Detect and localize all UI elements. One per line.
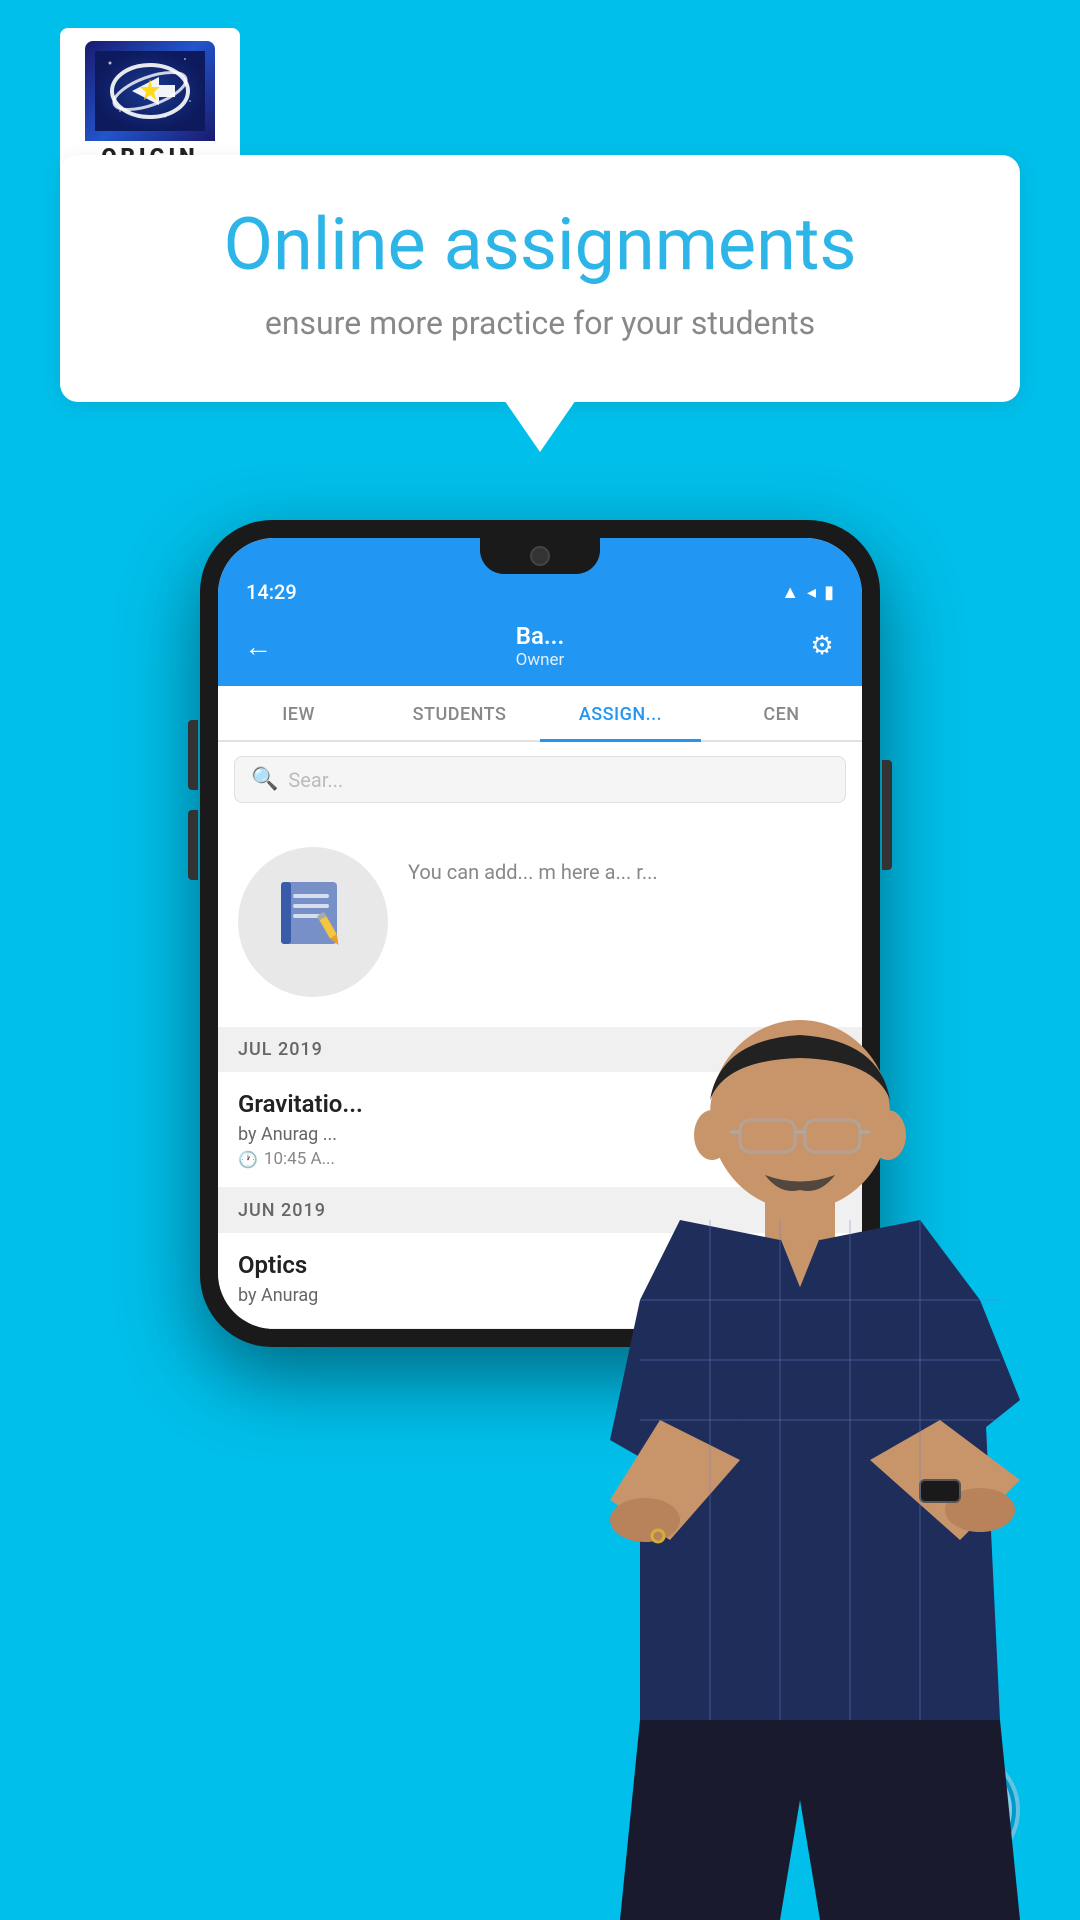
empty-icon-circle <box>238 847 388 997</box>
notebook-icon <box>273 874 353 970</box>
app-bar: ← Ba... Owner ⚙ <box>218 612 862 686</box>
phone-volume-up <box>188 720 198 790</box>
search-input-wrap[interactable]: 🔍 Sear... <box>234 756 846 803</box>
battery-icon: ▮ <box>824 582 834 603</box>
status-icons: ▲ ◂ ▮ <box>781 582 834 603</box>
search-bar: 🔍 Sear... <box>218 742 862 817</box>
empty-description: You can add... m here a... r... <box>408 847 658 887</box>
phone-camera <box>530 546 550 566</box>
batch-title: Ba... <box>278 622 802 650</box>
tab-cen[interactable]: CEN <box>701 686 862 740</box>
person-image <box>580 1020 1080 1920</box>
phone-notch <box>480 538 600 574</box>
back-button[interactable]: ← <box>238 630 278 663</box>
hero-subtitle: ensure more practice for your students <box>100 304 980 342</box>
status-time: 14:29 <box>246 580 297 604</box>
tab-assignments[interactable]: ASSIGN... <box>540 686 701 742</box>
tabs-row: IEW STUDENTS ASSIGN... CEN <box>218 686 862 742</box>
tab-iew[interactable]: IEW <box>218 686 379 740</box>
clock-icon: 🕐 <box>238 1150 258 1169</box>
tab-students[interactable]: STUDENTS <box>379 686 540 740</box>
empty-state: You can add... m here a... r... <box>218 817 862 1027</box>
phone-volume-down <box>188 810 198 880</box>
speech-bubble: Online assignments ensure more practice … <box>60 155 1020 402</box>
phone-power <box>882 760 892 870</box>
logo-image <box>85 41 215 141</box>
hero-title: Online assignments <box>100 205 980 284</box>
batch-subtitle: Owner <box>278 650 802 670</box>
signal-icon: ▲ <box>781 582 799 603</box>
settings-icon[interactable]: ⚙ <box>802 631 842 661</box>
search-placeholder: Sear... <box>288 768 343 792</box>
search-icon: 🔍 <box>251 767 278 792</box>
app-bar-center: Ba... Owner <box>278 622 802 670</box>
network-icon: ◂ <box>807 582 816 603</box>
